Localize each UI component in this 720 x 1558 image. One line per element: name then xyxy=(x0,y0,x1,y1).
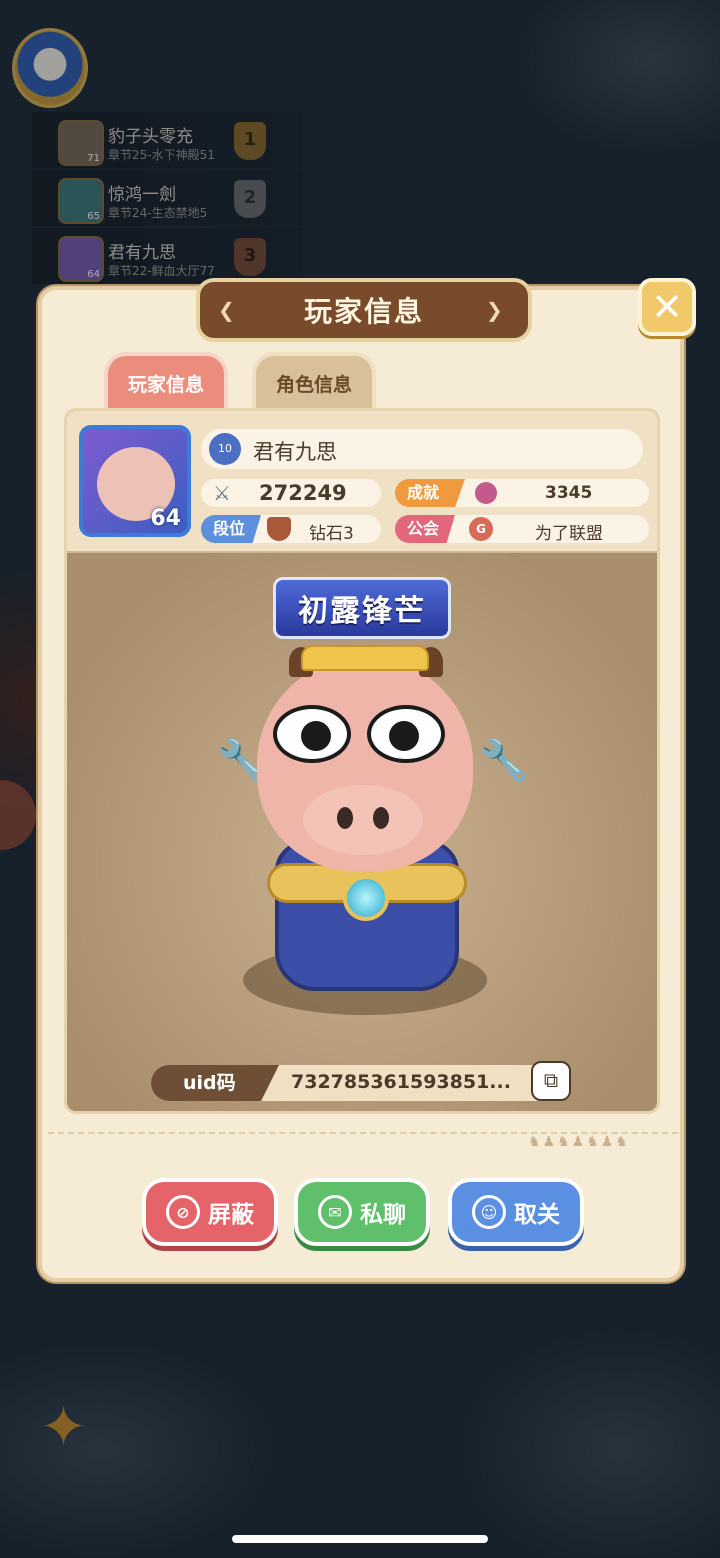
block-icon: ⊘ xyxy=(166,1195,200,1229)
character-showcase: 初露锋芒 🔧 🔧 uid码 732785361593851... ⧉ xyxy=(67,553,657,1111)
achievement-star-icon xyxy=(475,482,497,504)
close-icon: ✕ xyxy=(651,285,683,329)
achievement-points: 成就点 3345 xyxy=(395,479,649,507)
dialog-title: 玩家信息 xyxy=(303,295,424,328)
character-gem xyxy=(343,875,389,921)
chat-icon: ✉ xyxy=(318,1195,352,1229)
copy-uid-button[interactable]: ⧉ xyxy=(531,1061,571,1101)
block-button[interactable]: ⊘ 屏蔽 xyxy=(142,1178,278,1246)
guild-info: 公会 G 为了联盟 xyxy=(395,515,649,544)
player-avatar: 64 xyxy=(79,425,191,537)
player-title-banner: 初露锋芒 xyxy=(273,577,451,639)
scroll-ornament-icon: ❯ xyxy=(486,298,503,322)
silhouette-decoration: ♞♟♞♟♞♟♞ xyxy=(528,1134,630,1150)
achievement-label: 成就点 xyxy=(395,479,465,507)
character-eye xyxy=(367,705,445,763)
player-info-dialog: ❮ 玩家信息 ❯ ✕ 玩家信息 角色信息 64 10 君有九思 ⚔ 272249… xyxy=(38,278,696,1282)
crossed-swords-icon: ⚔ xyxy=(213,481,231,505)
character-eye xyxy=(273,705,351,763)
guild-emblem-icon: G xyxy=(469,517,493,541)
wrench-icon: 🔧 xyxy=(479,738,529,784)
player-name-pill: 10 君有九思 xyxy=(201,429,643,469)
rank-value: 钻石3 xyxy=(309,524,354,544)
rank-emblem-icon xyxy=(267,517,291,541)
combat-power-value: 272249 xyxy=(259,481,347,505)
private-chat-button[interactable]: ✉ 私聊 xyxy=(294,1178,430,1246)
player-info-panel: 64 10 君有九思 ⚔ 272249 成就点 3345 段位 钻石3 xyxy=(64,408,660,1114)
users-icon: ☺ xyxy=(472,1195,506,1229)
achievement-value: 3345 xyxy=(545,483,593,503)
unfollow-button[interactable]: ☺ 取关 xyxy=(448,1178,584,1246)
player-name: 君有九思 xyxy=(253,440,337,464)
tab-player-info[interactable]: 玩家信息 xyxy=(104,352,228,410)
uid-field: uid码 732785361593851... xyxy=(151,1065,571,1101)
combat-power: ⚔ 272249 xyxy=(201,479,381,507)
private-chat-label: 私聊 xyxy=(360,1202,406,1228)
character-snout xyxy=(303,785,423,855)
character-headband xyxy=(301,645,429,671)
copy-icon: ⧉ xyxy=(543,1068,559,1092)
guild-label: 公会 xyxy=(395,515,455,543)
player-level: 64 xyxy=(150,506,181,531)
uid-label: uid码 xyxy=(151,1065,279,1101)
dialog-title-plate: ❮ 玩家信息 ❯ xyxy=(196,278,532,342)
guild-name: 为了联盟 xyxy=(535,524,603,544)
scroll-ornament-icon: ❮ xyxy=(218,298,235,322)
rank-tier: 段位 钻石3 xyxy=(201,515,381,544)
block-label: 屏蔽 xyxy=(208,1202,254,1228)
rank-label: 段位 xyxy=(201,515,261,543)
uid-value: 732785361593851... xyxy=(291,1071,511,1093)
player-summary: 64 10 君有九思 ⚔ 272249 成就点 3345 段位 钻石3 xyxy=(67,411,657,551)
close-button[interactable]: ✕ xyxy=(638,278,696,336)
home-indicator[interactable] xyxy=(232,1535,488,1543)
tab-role-info[interactable]: 角色信息 xyxy=(252,352,376,410)
unfollow-label: 取关 xyxy=(514,1202,560,1228)
vip-badge-icon: 10 xyxy=(209,433,241,465)
